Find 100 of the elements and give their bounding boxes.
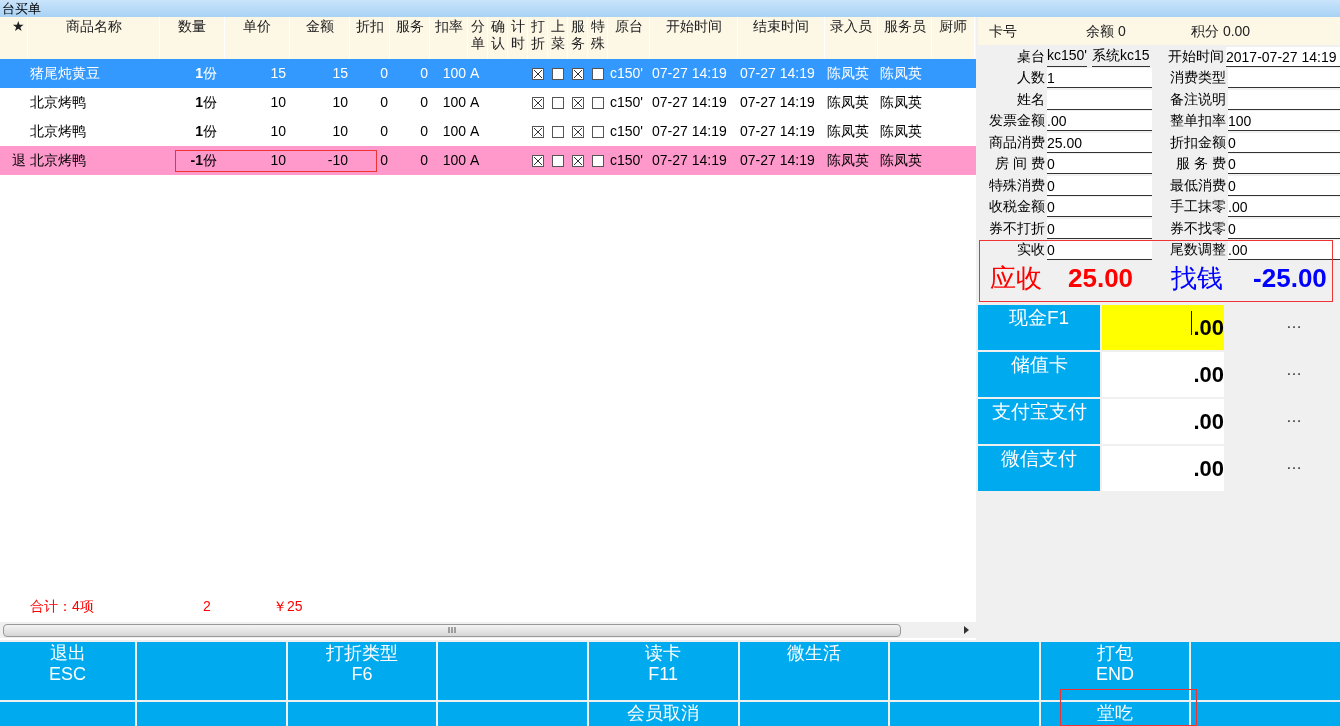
payment-amount-field[interactable]: .00: [1102, 399, 1224, 444]
grip-icon: [448, 627, 456, 633]
payment-amount-field[interactable]: .00: [1102, 305, 1224, 350]
input-field[interactable]: [1047, 89, 1152, 110]
input-field[interactable]: 0: [1047, 218, 1152, 239]
checkbox[interactable]: [592, 96, 604, 109]
field-label: 特殊消费: [988, 175, 1045, 195]
table-cell-text: 0: [379, 122, 389, 141]
input-field[interactable]: 100: [1228, 111, 1340, 131]
table-cell-text: 陈凤英: [826, 151, 870, 170]
payment-amount-field[interactable]: .00: [1102, 446, 1224, 491]
input-field[interactable]: kc150': [1047, 44, 1087, 67]
input-field[interactable]: 25.00: [1047, 132, 1152, 153]
table-cell-text: 北京烤鸭: [29, 93, 87, 112]
table-cell-text: 100: [441, 122, 467, 141]
table-cell-text: 北京烤鸭: [29, 151, 87, 170]
table-cell-text: A: [469, 64, 481, 83]
table-cell-text: 0: [419, 93, 429, 112]
field-label: 商品消费: [988, 132, 1045, 152]
checkbox[interactable]: [572, 154, 584, 167]
checkbox[interactable]: [572, 125, 584, 138]
checkbox[interactable]: [552, 67, 564, 80]
table-cell-text: 15: [269, 64, 287, 83]
total-count: 合计：4项: [30, 596, 95, 616]
table-cell-text: 10: [331, 93, 349, 112]
input-field[interactable]: 0: [1228, 175, 1340, 196]
checkbox[interactable]: [552, 125, 564, 138]
table-cell-text: -10: [326, 151, 349, 170]
table-cell-text: -1份: [189, 151, 218, 170]
more-button[interactable]: …: [1286, 358, 1302, 382]
payment-amount-field[interactable]: .00: [1102, 352, 1224, 397]
table-cell-text: 07-27 14:19: [739, 64, 816, 83]
field-label: 券不找零: [1169, 218, 1226, 238]
field-label: 桌台: [1016, 46, 1045, 66]
checkbox[interactable]: [552, 96, 564, 109]
input-field[interactable]: 0: [1228, 154, 1340, 174]
table-cell-text: c150': [609, 151, 645, 170]
table-cell-text: 07-27 14:19: [651, 64, 728, 83]
more-button[interactable]: …: [1286, 311, 1302, 335]
table-cell-text: 10: [331, 122, 349, 141]
checkbox[interactable]: [552, 154, 564, 167]
total-amount: ￥25: [273, 596, 303, 616]
table-cell-text: 陈凤英: [826, 64, 870, 83]
table-cell-text: c150': [609, 64, 645, 83]
field-label: 尾数调整: [1169, 240, 1226, 259]
table-cell-text: 07-27 14:19: [739, 151, 816, 170]
checkbox[interactable]: [532, 154, 544, 167]
table-cell-text: 15: [331, 64, 349, 83]
table-cell-text: 0: [379, 64, 389, 83]
table-cell-text: c150': [609, 122, 645, 141]
table-cell-text: c150': [609, 93, 645, 112]
input-field[interactable]: 0: [1228, 218, 1340, 239]
input-field[interactable]: 0: [1047, 240, 1152, 260]
table-cell-text: 0: [419, 64, 429, 83]
field-label: 手工抹零: [1169, 197, 1226, 216]
table-cell-text: 陈凤英: [879, 122, 923, 141]
table-cell-text: 1份: [194, 122, 218, 141]
field-label: 消费类型: [1169, 68, 1226, 87]
input-field[interactable]: .00: [1228, 197, 1340, 217]
table-cell-text: 1份: [194, 64, 218, 83]
input-field[interactable]: 2017-07-27 14:19: [1226, 46, 1340, 67]
table-cell-text: 陈凤英: [879, 64, 923, 83]
scrollbar-thumb[interactable]: [3, 623, 901, 637]
points-text: 积分 0.00: [1191, 21, 1251, 41]
more-button[interactable]: …: [1286, 452, 1302, 476]
checkbox[interactable]: [592, 154, 604, 167]
input-field[interactable]: [1228, 68, 1340, 88]
table-cell-text: 0: [419, 122, 429, 141]
table-cell-text: 0: [379, 93, 389, 112]
more-button[interactable]: …: [1286, 405, 1302, 429]
input-field[interactable]: .00: [1047, 111, 1152, 131]
field-label: 发票金额: [988, 111, 1045, 130]
table-cell-text: 100: [441, 151, 467, 170]
table-row[interactable]: 退 北京烤鸭 -1份 10 -10 0 0 100 A c150' 07-27 14:19 07-27 14:19 陈凤英 陈凤英: [0, 146, 976, 175]
table-cell-text: 1份: [194, 93, 218, 112]
input-field[interactable]: 0: [1047, 154, 1152, 174]
checkbox[interactable]: [532, 67, 544, 80]
table-cell-text: 10: [269, 151, 287, 170]
change-label: 找钱: [1171, 261, 1224, 295]
scroll-right-icon[interactable]: [964, 626, 970, 634]
field-label: 折扣金额: [1169, 132, 1226, 152]
input-field[interactable]: 0: [1228, 132, 1340, 153]
table-cell-text: 陈凤英: [826, 93, 870, 112]
table-cell-text: 100: [441, 93, 467, 112]
field-label: 服 务 费: [1175, 154, 1226, 173]
checkbox[interactable]: [572, 67, 584, 80]
checkbox[interactable]: [532, 96, 544, 109]
table-cell-text: 北京烤鸭: [29, 122, 87, 141]
input-field[interactable]: 1: [1047, 68, 1152, 88]
input-field[interactable]: 0: [1047, 175, 1152, 196]
checkbox[interactable]: [592, 125, 604, 138]
checkbox[interactable]: [532, 125, 544, 138]
input-field[interactable]: 0: [1047, 197, 1152, 217]
table-cell-text: 退: [11, 151, 27, 170]
table-cell-text: 陈凤英: [879, 93, 923, 112]
checkbox[interactable]: [572, 96, 584, 109]
input-field[interactable]: 系统kc15: [1092, 44, 1150, 67]
table-cell-text: 07-27 14:19: [651, 151, 728, 170]
input-field[interactable]: [1228, 89, 1340, 110]
checkbox[interactable]: [592, 67, 604, 80]
